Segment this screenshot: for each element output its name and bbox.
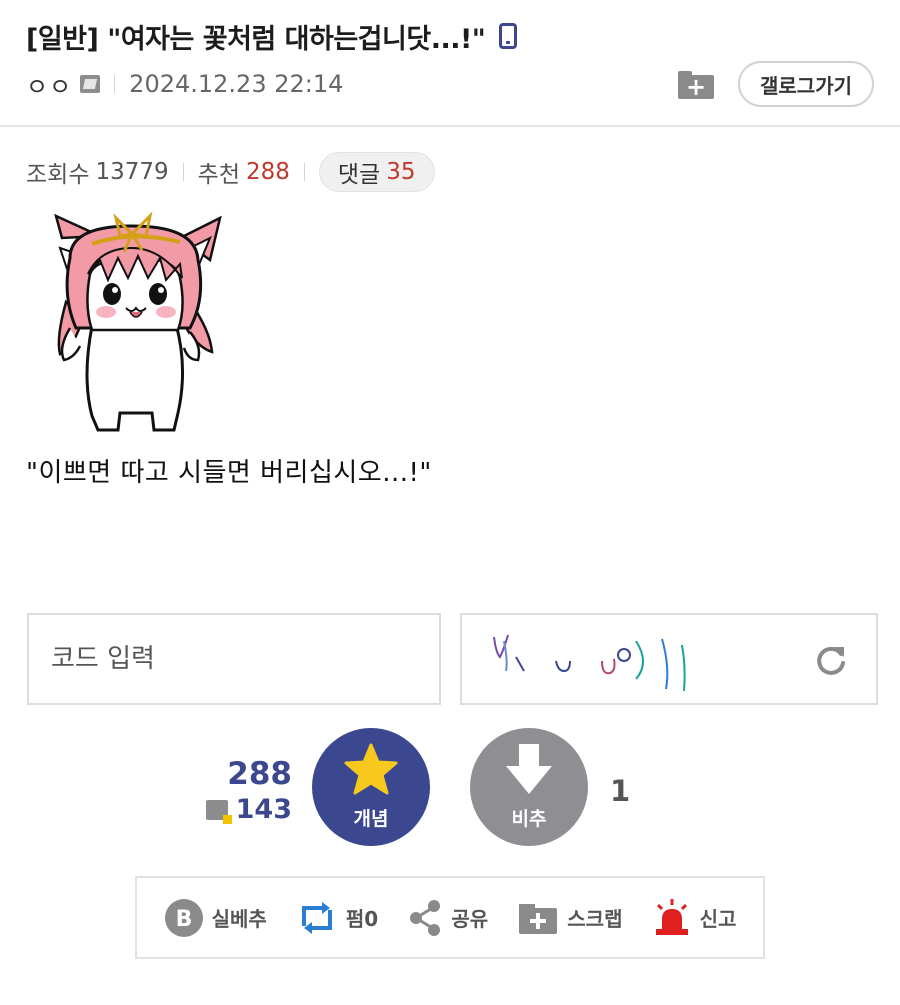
share-button[interactable]: 공유	[407, 899, 488, 937]
captcha-code-field[interactable]	[27, 613, 441, 705]
report-button[interactable]: 신고	[652, 898, 737, 937]
b-circle-icon: B	[164, 898, 203, 937]
vote-area: 288 143 개념 비추 1	[0, 728, 900, 848]
captcha-code-input[interactable]	[51, 644, 439, 674]
best-recommend-button[interactable]: B 실베추	[164, 898, 267, 938]
post-title: [일반] "여자는 꽃처럼 대하는겁니닷...!"	[26, 23, 486, 55]
recommend-label: 추천	[197, 162, 240, 188]
author-nickname[interactable]: ㅇㅇ	[26, 67, 72, 102]
scrap-button[interactable]: 스크랩	[517, 900, 622, 936]
mobile-icon	[499, 23, 518, 49]
captcha-image	[493, 634, 686, 692]
repost-icon	[301, 901, 332, 934]
best-recommend-label: 실베추	[211, 907, 267, 931]
divider	[0, 125, 900, 127]
folder-add-icon[interactable]: +	[676, 67, 716, 101]
arrow-down-icon	[506, 744, 552, 794]
share-label: 공유	[451, 907, 489, 931]
action-bar: B 실베추 펌0 공유 스크랩 신고	[135, 876, 765, 959]
views-label: 조회수	[26, 162, 90, 188]
captcha-box	[460, 613, 878, 705]
comments-count: 35	[386, 159, 416, 185]
scrap-label: 스크랩	[567, 907, 623, 931]
star-icon	[344, 743, 398, 795]
cat-girl-sticker	[54, 211, 222, 432]
title-row: [일반] "여자는 꽃처럼 대하는겁니닷...!"	[26, 14, 518, 58]
recommend-count: 288	[245, 159, 290, 185]
repost-label: 펌0	[345, 907, 379, 931]
post-date: 2024.12.23 22:14	[129, 70, 344, 98]
svg-text:B: B	[175, 907, 192, 932]
downvote-count: 1	[610, 774, 631, 808]
upvote-label: 개념	[353, 808, 389, 830]
refresh-icon[interactable]	[814, 643, 848, 677]
fixed-upvote-count: 143	[235, 794, 292, 825]
repost-button[interactable]: 펌0	[296, 900, 378, 936]
downvote-button[interactable]: 비추	[470, 728, 588, 846]
fixed-user-icon	[205, 799, 232, 824]
stats-row: 조회수 13779 추천 288 댓글 35	[26, 152, 435, 192]
up-counts: 288 143	[205, 756, 292, 825]
upvote-count: 288	[227, 756, 292, 792]
upvote-button[interactable]: 개념	[312, 728, 430, 846]
comments-button[interactable]: 댓글 35	[318, 152, 435, 192]
separator	[114, 75, 116, 93]
share-icon	[410, 899, 441, 936]
comments-label: 댓글	[337, 162, 381, 188]
siren-icon	[655, 898, 688, 935]
post-body-text: "이쁘면 따고 시들면 버리십시오...!"	[26, 458, 432, 488]
folder-plus-icon	[519, 903, 558, 934]
views-count: 13779	[95, 159, 169, 185]
gallog-button[interactable]: 갤로그가기	[738, 61, 874, 107]
meta-row: ㅇㅇ 2024.12.23 22:14 + 갤로그가기	[26, 61, 874, 107]
fixed-nick-icon	[80, 75, 101, 93]
downvote-label: 비추	[511, 808, 547, 830]
report-label: 신고	[699, 907, 737, 931]
